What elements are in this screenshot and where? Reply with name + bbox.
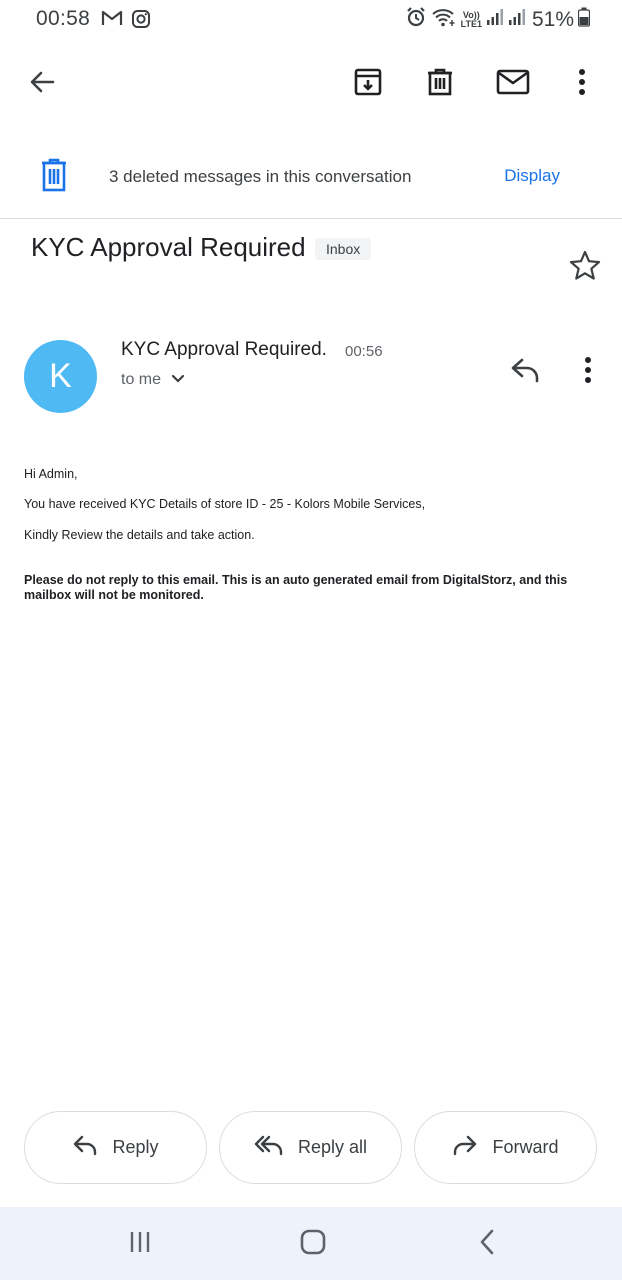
mail-icon: [496, 68, 530, 101]
more-vert-icon: [584, 356, 592, 389]
status-indicators: Vo)) LTE1 51%: [405, 6, 591, 33]
deleted-messages-banner: 3 deleted messages in this conversation …: [0, 148, 622, 206]
alarm-icon: [405, 6, 427, 33]
reply-all-button[interactable]: Reply all: [219, 1111, 402, 1184]
body-line: Kindly Review the details and take actio…: [24, 528, 255, 542]
arrow-back-icon: [28, 68, 56, 101]
reply-button-top[interactable]: [506, 352, 546, 392]
battery-icon: [577, 7, 591, 32]
status-bar: 00:58 Vo)) LTE1 51%: [0, 0, 622, 40]
home-icon: [300, 1229, 326, 1260]
more-options-button[interactable]: [558, 52, 606, 116]
wifi-icon: [431, 6, 457, 33]
forward-label: Forward: [492, 1137, 559, 1157]
lte-indicator: Vo)) LTE1: [460, 10, 482, 29]
display-deleted-button[interactable]: Display: [504, 166, 560, 186]
message-more-button[interactable]: [570, 352, 606, 392]
forward-button[interactable]: Forward: [414, 1111, 597, 1184]
chevron-down-icon: [171, 371, 185, 389]
divider: [0, 218, 622, 219]
gmail-notification-icon: [101, 9, 123, 32]
body-footer-note: Please do not reply to this email. This …: [24, 573, 568, 602]
recent-apps-icon: [128, 1230, 152, 1259]
lte-label: LTE1: [460, 18, 482, 29]
reply-all-label: Reply all: [297, 1137, 368, 1157]
recipient-text: to me: [121, 371, 162, 388]
system-back-button[interactable]: [467, 1225, 507, 1263]
star-button[interactable]: [566, 248, 604, 286]
reply-label: Reply: [112, 1137, 159, 1157]
reply-button[interactable]: Reply: [24, 1111, 207, 1184]
system-nav-bar: [0, 1207, 622, 1280]
mark-unread-button[interactable]: [489, 52, 537, 116]
trash-icon: [425, 67, 455, 102]
more-vert-icon: [578, 68, 586, 101]
sender-avatar[interactable]: K: [24, 340, 97, 413]
archive-button[interactable]: [344, 52, 392, 116]
reply-icon: [72, 1134, 98, 1161]
trash-icon: [40, 158, 68, 197]
home-button[interactable]: [293, 1225, 333, 1263]
back-button[interactable]: [18, 52, 66, 116]
instagram-notification-icon: [131, 9, 151, 34]
recipient-details-toggle[interactable]: to me: [121, 371, 185, 389]
email-subject: KYC Approval Required: [31, 232, 306, 262]
reply-icon: [510, 357, 542, 388]
toolbar: [0, 52, 622, 116]
delete-button[interactable]: [416, 52, 464, 116]
reply-all-icon: [254, 1134, 284, 1161]
deleted-messages-text: 3 deleted messages in this conversation: [109, 167, 412, 186]
status-time: 00:58: [36, 7, 91, 30]
archive-icon: [353, 67, 383, 102]
inbox-label-chip[interactable]: Inbox: [315, 238, 372, 260]
body-line: You have received KYC Details of store I…: [24, 497, 426, 511]
recent-apps-button[interactable]: [120, 1225, 160, 1263]
sender-name: KYC Approval Required.: [121, 339, 327, 360]
forward-icon: [452, 1134, 478, 1161]
message-time: 00:56: [345, 343, 383, 360]
chevron-left-icon: [479, 1229, 495, 1260]
signal-icon-sim1: [486, 7, 504, 32]
signal-icon-sim2: [508, 7, 526, 32]
battery-percent: 51%: [531, 7, 574, 31]
body-greeting: Hi Admin,: [24, 467, 78, 481]
star-icon: [569, 250, 601, 285]
